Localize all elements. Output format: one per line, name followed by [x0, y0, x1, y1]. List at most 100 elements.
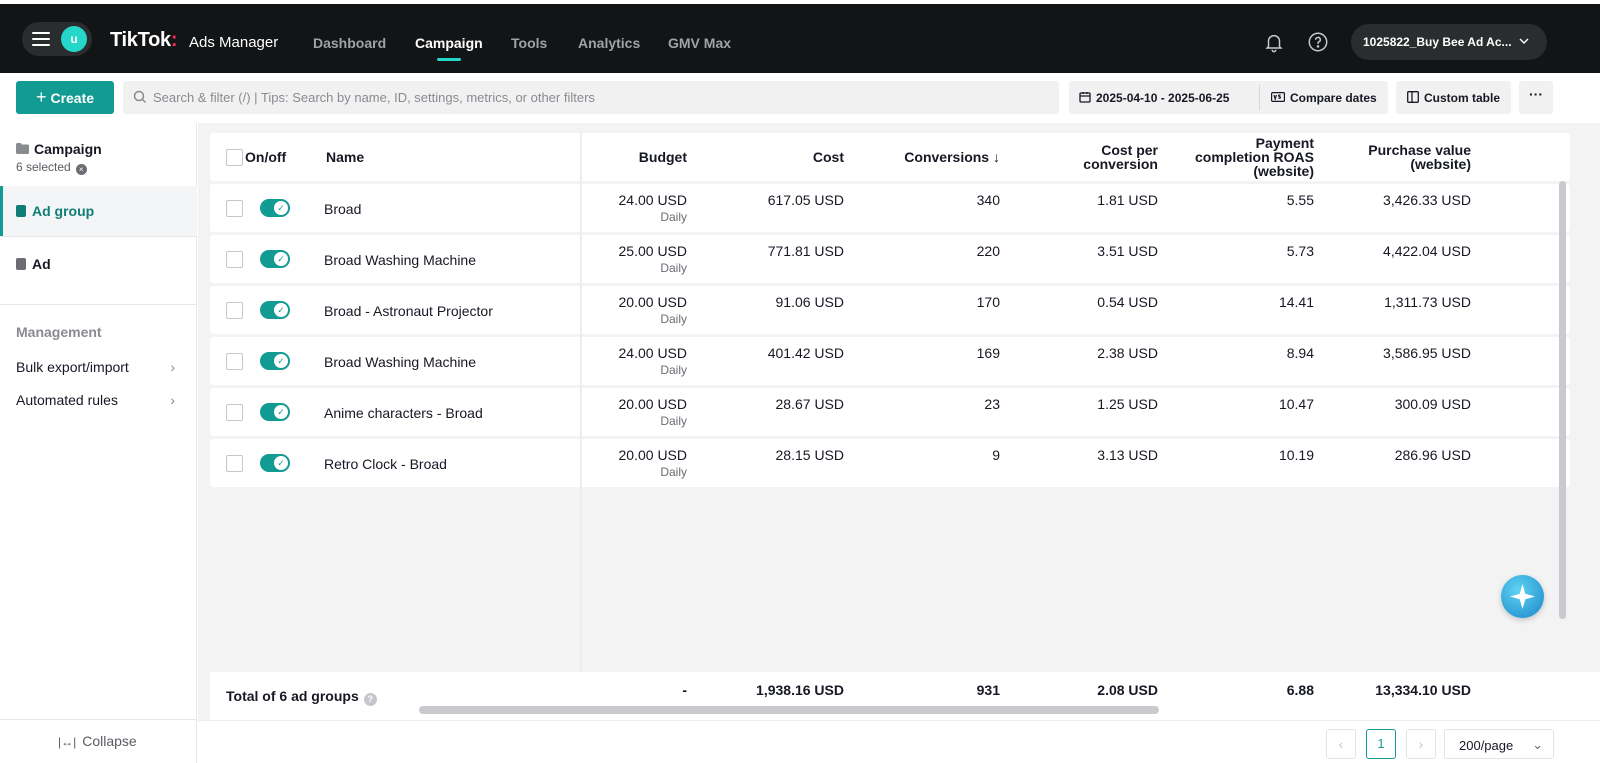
- table-row[interactable]: ✓ Broad Washing Machine 24.00 USD Daily 4…: [210, 337, 1570, 385]
- sidebar-campaign-label: Campaign: [34, 141, 102, 157]
- nav-dashboard[interactable]: Dashboard: [313, 35, 386, 51]
- help-icon[interactable]: ?: [363, 693, 377, 706]
- bell-icon[interactable]: [1263, 31, 1285, 53]
- sidebar-item-ad-group[interactable]: Ad group: [16, 203, 94, 219]
- budget-value: 20.00 USD: [618, 294, 687, 310]
- budget-cell: 24.00 USD Daily: [587, 192, 687, 224]
- select-all-checkbox[interactable]: [226, 149, 243, 166]
- page-size-select[interactable]: 200/page ⌄: [1444, 729, 1554, 759]
- total-cost: 1,938.16 USD: [756, 682, 844, 698]
- hamburger-icon: [32, 32, 50, 46]
- date-range-picker[interactable]: 2025-04-10 - 2025-06-25: [1079, 91, 1229, 105]
- total-label-text: Total of 6 ad groups: [226, 688, 359, 704]
- sidebar: Campaign 6 selected × Ad group Ad Managem…: [0, 123, 197, 763]
- compare-dates-label: Compare dates: [1290, 91, 1377, 105]
- bulk-export-import-link[interactable]: Bulk export/import ›: [16, 359, 181, 375]
- search-filter-box[interactable]: [123, 81, 1059, 114]
- compare-dates-button[interactable]: Compare dates: [1271, 91, 1377, 105]
- ad-group-icon: [16, 205, 26, 217]
- table-row[interactable]: ✓ Broad - Astronaut Projector 20.00 USD D…: [210, 286, 1570, 334]
- ad-group-name[interactable]: Broad Washing Machine: [324, 252, 476, 268]
- table-row[interactable]: ✓ Broad 24.00 USD Daily 617.05 USD 340 1.…: [210, 184, 1570, 232]
- sidebar-ad-label: Ad: [32, 256, 51, 272]
- header-purchase-value[interactable]: Purchase value (website): [1311, 143, 1471, 171]
- row-checkbox[interactable]: [226, 302, 243, 319]
- ad-icon: [16, 258, 26, 270]
- brand-dot: :: [170, 29, 178, 51]
- header-on-off[interactable]: On/off: [245, 150, 286, 164]
- date-range-value: 2025-04-10 - 2025-06-25: [1096, 91, 1230, 105]
- calendar-icon: [1079, 92, 1091, 103]
- ad-group-name[interactable]: Retro Clock - Broad: [324, 456, 447, 472]
- account-selector[interactable]: 1025822_Buy Bee Ad Ac...: [1351, 24, 1547, 60]
- selected-count: 6 selected: [16, 160, 71, 174]
- nav-campaign[interactable]: Campaign: [415, 35, 483, 51]
- row-checkbox[interactable]: [226, 455, 243, 472]
- total-roas: 6.88: [1286, 682, 1314, 698]
- automated-rules-link[interactable]: Automated rules ›: [16, 392, 181, 408]
- on-off-toggle[interactable]: ✓: [260, 199, 290, 217]
- conversions-cell: 169: [976, 345, 1000, 361]
- on-off-toggle[interactable]: ✓: [260, 403, 290, 421]
- conversions-cell: 220: [976, 243, 1000, 259]
- header-cost-per-conversion[interactable]: Cost per conversion: [1008, 143, 1158, 171]
- chevron-down-icon: ⌄: [1532, 737, 1543, 752]
- sidebar-item-campaign[interactable]: Campaign: [16, 141, 102, 157]
- row-checkbox[interactable]: [226, 404, 243, 421]
- cost-per-conversion-cell: 1.81 USD: [1097, 192, 1158, 208]
- header-name[interactable]: Name: [326, 150, 364, 164]
- on-off-toggle[interactable]: ✓: [260, 250, 290, 268]
- on-off-toggle[interactable]: ✓: [260, 454, 290, 472]
- vertical-scrollbar[interactable]: [1559, 181, 1566, 619]
- brand-logo[interactable]: TikTok:: [110, 29, 178, 52]
- header-cost[interactable]: Cost: [744, 150, 844, 164]
- collapse-button[interactable]: |↔| Collapse: [58, 733, 137, 749]
- custom-table-button[interactable]: Custom table: [1396, 81, 1511, 114]
- row-checkbox[interactable]: [226, 353, 243, 370]
- roas-cell: 5.73: [1286, 243, 1314, 259]
- create-button[interactable]: + Create: [16, 81, 114, 114]
- bulk-export-import-label: Bulk export/import: [16, 359, 129, 375]
- ad-group-name[interactable]: Broad Washing Machine: [324, 354, 476, 370]
- header-purchase-line1: Purchase value: [1368, 142, 1471, 158]
- roas-cell: 8.94: [1286, 345, 1314, 361]
- header-roas-line1: Payment: [1255, 135, 1314, 151]
- columns-icon: [1407, 91, 1419, 103]
- on-off-toggle[interactable]: ✓: [260, 301, 290, 319]
- nav-tools[interactable]: Tools: [511, 35, 547, 51]
- more-options-button[interactable]: ···: [1519, 81, 1553, 114]
- nav-gmv-max[interactable]: GMV Max: [668, 35, 731, 51]
- help-icon[interactable]: [1307, 31, 1329, 53]
- menu-button[interactable]: u: [22, 22, 92, 56]
- next-page-button[interactable]: ›: [1406, 729, 1436, 759]
- create-label: Create: [50, 90, 95, 106]
- prev-page-button[interactable]: ‹: [1326, 729, 1356, 759]
- clear-selection-icon[interactable]: ×: [75, 164, 87, 175]
- budget-value: 24.00 USD: [618, 192, 687, 208]
- ad-group-name[interactable]: Broad: [324, 201, 361, 217]
- check-icon: ✓: [274, 405, 288, 419]
- table-row[interactable]: ✓ Retro Clock - Broad 20.00 USD Daily 28.…: [210, 439, 1570, 487]
- search-input[interactable]: [153, 81, 1043, 114]
- table-row[interactable]: ✓ Anime characters - Broad 20.00 USD Dail…: [210, 388, 1570, 436]
- campaign-selection-count: 6 selected ×: [16, 160, 87, 175]
- header-budget[interactable]: Budget: [587, 150, 687, 164]
- ad-group-name[interactable]: Anime characters - Broad: [324, 405, 483, 421]
- page-number-current[interactable]: 1: [1366, 729, 1396, 759]
- conversions-cell: 9: [992, 447, 1000, 463]
- assistant-button[interactable]: [1501, 575, 1544, 618]
- nav-analytics[interactable]: Analytics: [578, 35, 640, 51]
- sparkle-star-icon: [1510, 584, 1535, 609]
- header-payment-roas[interactable]: Payment completion ROAS (website): [1144, 136, 1314, 178]
- header-conversions[interactable]: Conversions ↓: [860, 150, 1000, 164]
- sidebar-item-ad[interactable]: Ad: [16, 256, 51, 272]
- header-roas-line3: (website): [1253, 163, 1314, 179]
- on-off-toggle[interactable]: ✓: [260, 352, 290, 370]
- ad-group-name[interactable]: Broad - Astronaut Projector: [324, 303, 493, 319]
- horizontal-scrollbar[interactable]: [419, 706, 1159, 714]
- cost-per-conversion-cell: 0.54 USD: [1097, 294, 1158, 310]
- table-row[interactable]: ✓ Broad Washing Machine 25.00 USD Daily 7…: [210, 235, 1570, 283]
- row-checkbox[interactable]: [226, 251, 243, 268]
- cost-cell: 28.15 USD: [775, 447, 844, 463]
- row-checkbox[interactable]: [226, 200, 243, 217]
